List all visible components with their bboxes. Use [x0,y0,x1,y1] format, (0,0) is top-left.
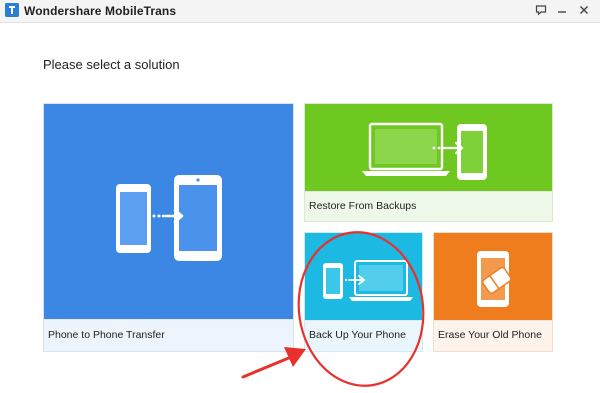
close-icon[interactable] [576,2,592,18]
window-title: Wondershare MobileTrans [24,4,177,18]
page-heading: Please select a solution [43,57,180,72]
tile-label: Restore From Backups [309,200,417,212]
phone-eraser-icon [477,251,512,307]
tile-label-bar: Back Up Your Phone [305,320,422,351]
phone-to-phone-transfer-tile[interactable]: Phone to Phone Transfer [43,103,294,352]
tile-label: Phone to Phone Transfer [48,329,165,341]
back-up-your-phone-tile[interactable]: Back Up Your Phone [304,232,423,352]
phone-to-phone-icon [116,175,222,261]
restore-from-backups-tile[interactable]: Restore From Backups [304,103,553,222]
phone-to-laptop-icon [323,260,413,301]
tile-label: Back Up Your Phone [309,329,406,341]
tile-label-bar: Erase Your Old Phone [434,320,552,351]
tile-artwork [434,233,552,321]
tile-label-bar: Restore From Backups [305,191,552,221]
feedback-icon[interactable] [533,2,549,18]
tile-artwork [44,104,293,319]
tile-artwork [305,233,422,321]
erase-your-old-phone-tile[interactable]: Erase Your Old Phone [433,232,553,352]
tile-artwork [305,104,552,191]
title-bar: Wondershare MobileTrans [0,0,600,23]
tile-label: Erase Your Old Phone [438,329,542,341]
tile-label-bar: Phone to Phone Transfer [44,319,293,351]
minimize-icon[interactable] [554,2,570,18]
mobiletrans-logo-icon [5,3,19,17]
laptop-to-phone-icon [362,122,487,180]
